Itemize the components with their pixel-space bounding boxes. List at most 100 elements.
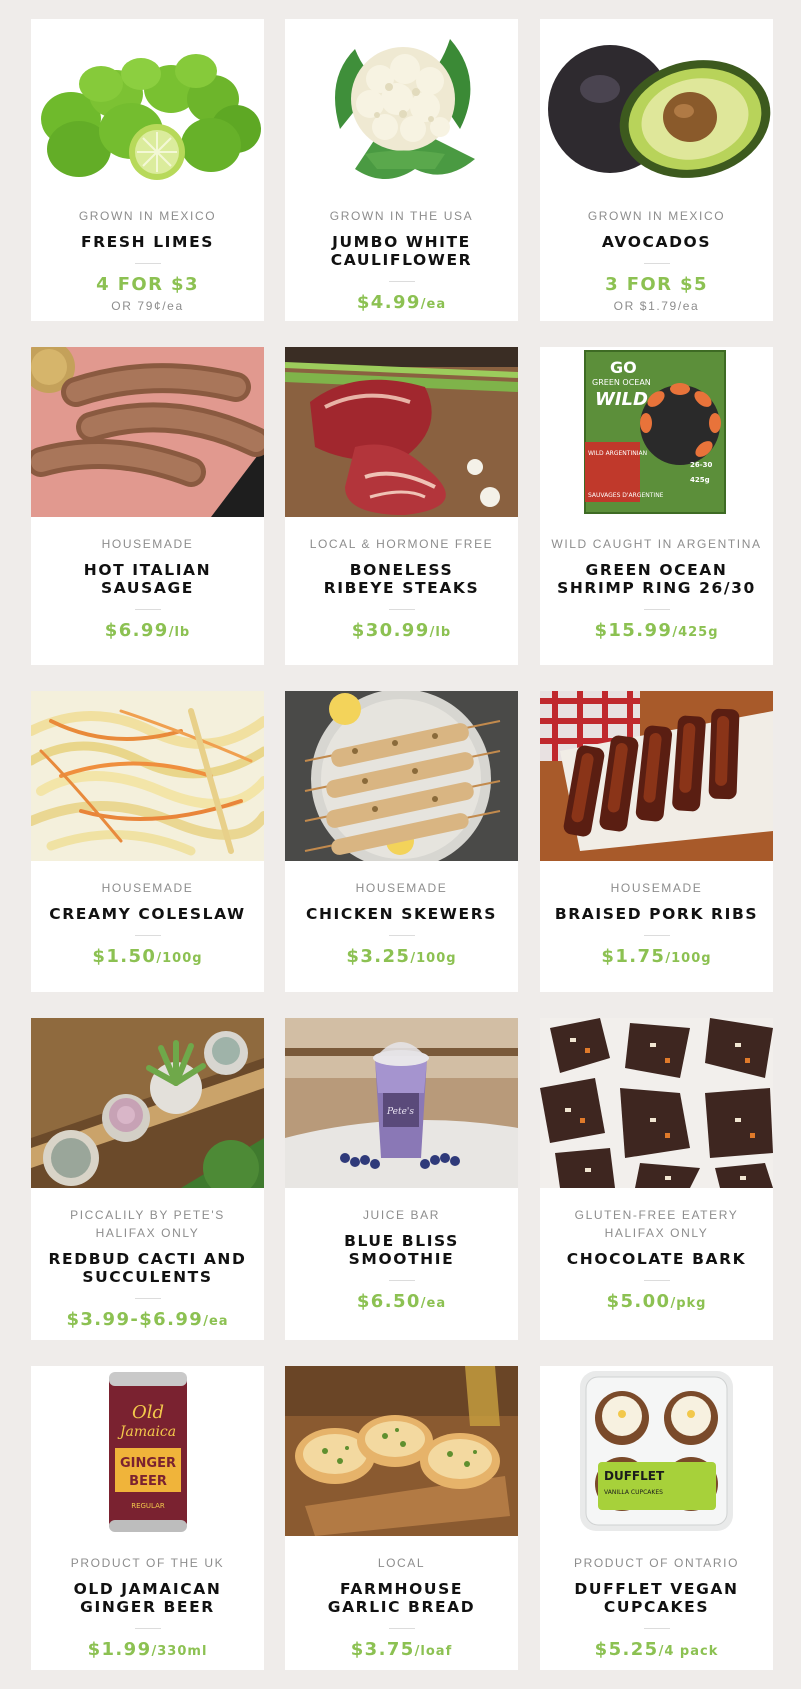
product-card-braised-pork-ribs[interactable]: HOUSEMADE BRAISED PORK RIBS $1.75/100g [540,691,773,992]
package-weight: 425g [690,476,710,484]
product-image-limes[interactable] [31,19,264,189]
product-price: $30.99/lb [285,620,518,644]
price-value: $1.75 [601,946,666,967]
pack-brand: DUFFLET [604,1469,665,1483]
product-image-avocados[interactable] [540,19,773,189]
product-name[interactable]: DUFFLET VEGAN CUPCAKES [540,1580,773,1616]
price-unit: /lb [168,625,191,640]
product-name[interactable]: CHICKEN SKEWERS [285,905,518,923]
product-image-shrimp-ring-box[interactable]: GO GREEN OCEAN WILD WILD ARGENTINIAN SAU… [540,347,773,517]
cup-brand: Pete's [386,1107,414,1117]
divider [134,935,161,936]
price-value: 3 FOR $5 [605,274,708,295]
product-card-boneless-ribeye-steaks[interactable]: LOCAL & HORMONE FREE BONELESS RIBEYE STE… [285,347,518,665]
product-price: $5.00/pkg [540,1291,773,1315]
product-card-dufflet-vegan-cupcakes[interactable]: DUFFLET VANILLA CUPCAKES PRODUCT OF ONTA… [540,1366,773,1670]
product-image-pork-ribs[interactable] [540,691,773,861]
product-card-jumbo-white-cauliflower[interactable]: GROWN IN THE USA JUMBO WHITE CAULIFLOWER… [285,19,518,321]
package-french: SAUVAGES D'ARGENTINE [588,492,664,499]
price-unit: /ea [420,1296,447,1311]
price-value: $5.25 [594,1639,659,1660]
product-name[interactable]: HOT ITALIAN SAUSAGE [31,561,264,597]
product-image-ginger-beer-can[interactable]: Old Jamaica GINGER BEER REGULAR [31,1366,264,1536]
product-origin: WILD CAUGHT IN ARGENTINA [551,537,762,551]
price-value: $15.99 [594,620,673,641]
product-origin: GROWN IN MEXICO [587,209,726,223]
product-image-chocolate-bark[interactable] [540,1018,773,1188]
product-card-hot-italian-sausage[interactable]: HOUSEMADE HOT ITALIAN SAUSAGE $6.99/lb [31,347,264,665]
product-name[interactable]: FRESH LIMES [31,233,264,251]
pack-label: VANILLA CUPCAKES [604,1489,663,1496]
product-name[interactable]: FARMHOUSE GARLIC BREAD [285,1580,518,1616]
product-origin: LOCAL [377,1556,426,1570]
product-origin: PRODUCT OF THE UK [70,1556,225,1570]
product-image-smoothie[interactable]: Pete's [285,1018,518,1188]
alternate-price: OR $1.79/ea [613,299,700,313]
price-value: $3.25 [346,946,411,967]
product-origin: HOUSEMADE [355,881,448,895]
package-label: WILD ARGENTINIAN [588,450,647,457]
divider [134,263,161,264]
price-value: $5.00 [606,1291,671,1312]
price-value: 4 FOR $3 [96,274,199,295]
product-image-ribeye-steaks[interactable] [285,347,518,517]
price-value: $3.99-$6.99 [66,1309,204,1330]
product-name[interactable]: CREAMY COLESLAW [31,905,264,923]
price-value: $6.99 [104,620,169,641]
product-name[interactable]: GREEN OCEAN SHRIMP RING 26/30 [540,561,773,597]
divider [643,263,670,264]
product-image-sausage[interactable] [31,347,264,517]
package-count: 26-30 [690,461,713,469]
divider [643,935,670,936]
divider [134,609,161,610]
product-card-farmhouse-garlic-bread[interactable]: LOCAL FARMHOUSE GARLIC BREAD $3.75/loaf [285,1366,518,1670]
product-price: 4 FOR $3 [31,274,264,298]
product-card-chocolate-bark[interactable]: GLUTEN-FREE EATERY HALIFAX ONLY CHOCOLAT… [540,1018,773,1340]
product-origin: HOUSEMADE [101,537,194,551]
package-brand: GREEN OCEAN [592,378,651,387]
product-card-old-jamaican-ginger-beer[interactable]: Old Jamaica GINGER BEER REGULAR PRODUCT … [31,1366,264,1670]
can-beer: BEER [129,1474,167,1489]
product-image-cauliflower[interactable] [285,19,518,189]
product-name[interactable]: BRAISED PORK RIBS [540,905,773,923]
product-name[interactable]: OLD JAMAICAN GINGER BEER [31,1580,264,1616]
product-image-cupcakes-pack[interactable]: DUFFLET VANILLA CUPCAKES [540,1366,773,1536]
product-origin: LOCAL & HORMONE FREE [309,537,494,551]
product-name[interactable]: REDBUD CACTI AND SUCCULENTS [31,1250,264,1286]
price-value: $1.99 [87,1639,152,1660]
product-card-fresh-limes[interactable]: GROWN IN MEXICO FRESH LIMES 4 FOR $3 OR … [31,19,264,321]
product-name[interactable]: BLUE BLISS SMOOTHIE [285,1232,518,1268]
divider [134,1628,161,1629]
product-origin: JUICE BAR [362,1208,441,1222]
product-name[interactable]: BONELESS RIBEYE STEAKS [285,561,518,597]
product-image-chicken-skewers[interactable] [285,691,518,861]
product-name[interactable]: AVOCADOS [540,233,773,251]
product-image-garlic-bread[interactable] [285,1366,518,1536]
package-wild: WILD [595,389,648,410]
alternate-price: OR 79¢/ea [111,299,184,313]
product-card-avocados[interactable]: GROWN IN MEXICO AVOCADOS 3 FOR $5 OR $1.… [540,19,773,321]
product-origin: HOUSEMADE [610,881,703,895]
product-origin: PICCALILY BY PETE'S HALIFAX ONLY [70,1208,225,1240]
price-value: $4.99 [356,292,421,313]
can-brand-jamaica: Jamaica [117,1424,176,1440]
can-brand-old: Old [132,1402,164,1423]
product-card-redbud-cacti-and-succulents[interactable]: PICCALILY BY PETE'S HALIFAX ONLY REDBUD … [31,1018,264,1340]
product-card-creamy-coleslaw[interactable]: HOUSEMADE CREAMY COLESLAW $1.50/100g [31,691,264,992]
product-price: $3.25/100g [285,946,518,970]
price-unit: /425g [672,625,719,640]
price-unit: /100g [665,951,712,966]
product-name[interactable]: JUMBO WHITE CAULIFLOWER [285,233,518,269]
product-image-succulents[interactable] [31,1018,264,1188]
product-card-green-ocean-shrimp-ring[interactable]: GO GREEN OCEAN WILD WILD ARGENTINIAN SAU… [540,347,773,665]
product-price: $1.75/100g [540,946,773,970]
product-origin: GLUTEN-FREE EATERY HALIFAX ONLY [574,1208,739,1240]
divider [388,935,415,936]
product-image-coleslaw[interactable] [31,691,264,861]
package-logo: GO [610,358,637,377]
product-card-chicken-skewers[interactable]: HOUSEMADE CHICKEN SKEWERS $3.25/100g [285,691,518,992]
product-card-blue-bliss-smoothie[interactable]: Pete's JUICE BAR BLUE BLISS SMOOTHIE $6.… [285,1018,518,1340]
product-name[interactable]: CHOCOLATE BARK [540,1250,773,1268]
product-price: $4.99/ea [285,292,518,316]
divider [388,281,415,282]
